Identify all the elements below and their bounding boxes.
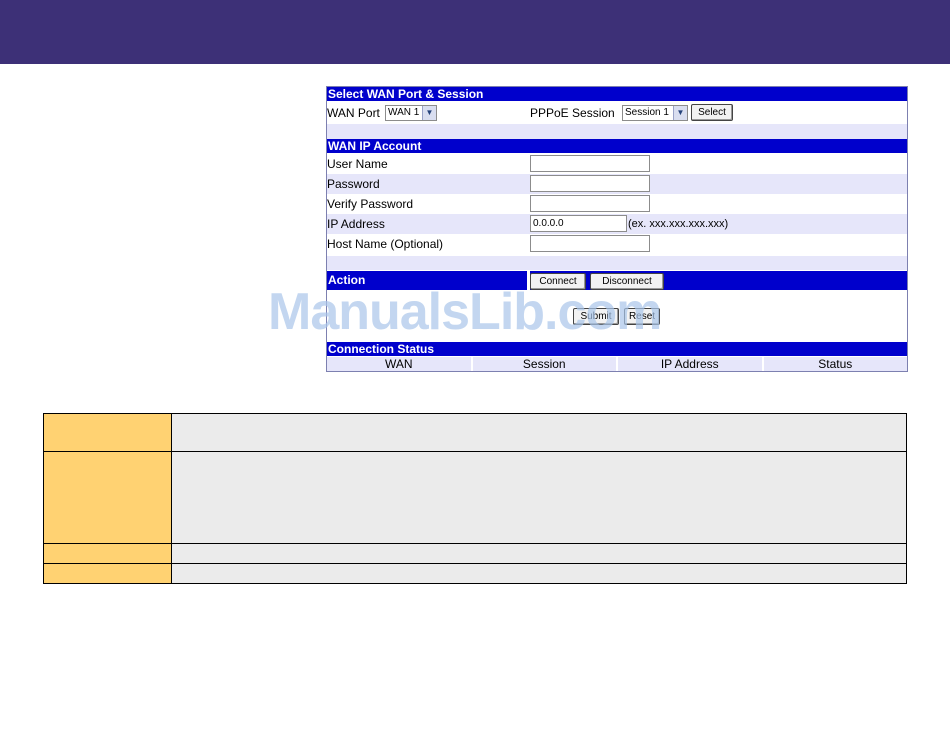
- column-header-ip-address: IP Address: [616, 357, 762, 371]
- table-row: [44, 544, 906, 564]
- password-row: Password: [327, 174, 907, 194]
- spacer-row: [327, 124, 907, 139]
- ip-address-hint: (ex. xxx.xxx.xxx.xxx): [628, 218, 729, 230]
- verify-password-input[interactable]: [530, 195, 650, 212]
- verify-password-label: Verify Password: [327, 197, 414, 211]
- column-header-wan: WAN: [327, 357, 471, 371]
- pppoe-session-value: Session 1: [625, 107, 669, 118]
- pppoe-session-label: PPPoE Session: [530, 106, 615, 120]
- top-banner: [0, 0, 950, 64]
- host-name-label: Host Name (Optional): [327, 237, 444, 251]
- disconnect-button[interactable]: Disconnect: [590, 273, 664, 290]
- host-name-row: Host Name (Optional): [327, 234, 907, 254]
- table-value-cell: [172, 452, 906, 543]
- user-name-row: User Name: [327, 154, 907, 174]
- verify-password-row: Verify Password: [327, 194, 907, 214]
- chevron-down-icon: ▼: [422, 106, 436, 120]
- table-key-cell: [44, 414, 172, 451]
- table-row: [44, 564, 906, 583]
- column-header-status: Status: [761, 357, 907, 371]
- column-header-session: Session: [470, 357, 616, 371]
- wan-ip-account-header: WAN IP Account: [327, 139, 907, 153]
- connection-status-columns: WAN Session IP Address Status: [327, 357, 907, 371]
- password-label: Password: [327, 177, 380, 191]
- wan-port-label: WAN Port: [327, 106, 380, 120]
- description-table: [43, 413, 907, 584]
- table-value-cell: [172, 414, 906, 451]
- table-row: [44, 414, 906, 452]
- table-key-cell: [44, 544, 172, 563]
- user-name-input[interactable]: [530, 155, 650, 172]
- table-row: [44, 452, 906, 544]
- connect-button[interactable]: Connect: [530, 273, 586, 290]
- password-input[interactable]: [530, 175, 650, 192]
- wan-port-value: WAN 1: [388, 107, 420, 118]
- table-value-cell: [172, 544, 906, 563]
- select-wan-header: Select WAN Port & Session: [327, 87, 907, 101]
- table-key-cell: [44, 452, 172, 543]
- wan-port-select[interactable]: WAN 1 ▼: [385, 105, 437, 121]
- ip-address-input[interactable]: [530, 215, 627, 232]
- wan-settings-panel: Select WAN Port & Session WAN Port WAN 1…: [326, 86, 908, 372]
- submit-button[interactable]: Submit: [573, 308, 619, 325]
- host-name-input[interactable]: [530, 235, 650, 252]
- wan-port-row: WAN Port WAN 1 ▼ PPPoE Session Session 1…: [327, 103, 907, 123]
- select-button[interactable]: Select: [691, 104, 733, 121]
- table-key-cell: [44, 564, 172, 583]
- chevron-down-icon: ▼: [673, 106, 687, 120]
- pppoe-session-select[interactable]: Session 1 ▼: [622, 105, 688, 121]
- spacer-row: [327, 256, 907, 270]
- reset-button[interactable]: Reset: [624, 308, 660, 325]
- ip-address-row: IP Address (ex. xxx.xxx.xxx.xxx): [327, 214, 907, 234]
- user-name-label: User Name: [327, 157, 388, 171]
- table-value-cell: [172, 564, 906, 583]
- connection-status-header: Connection Status: [327, 342, 907, 356]
- ip-address-label: IP Address: [327, 217, 385, 231]
